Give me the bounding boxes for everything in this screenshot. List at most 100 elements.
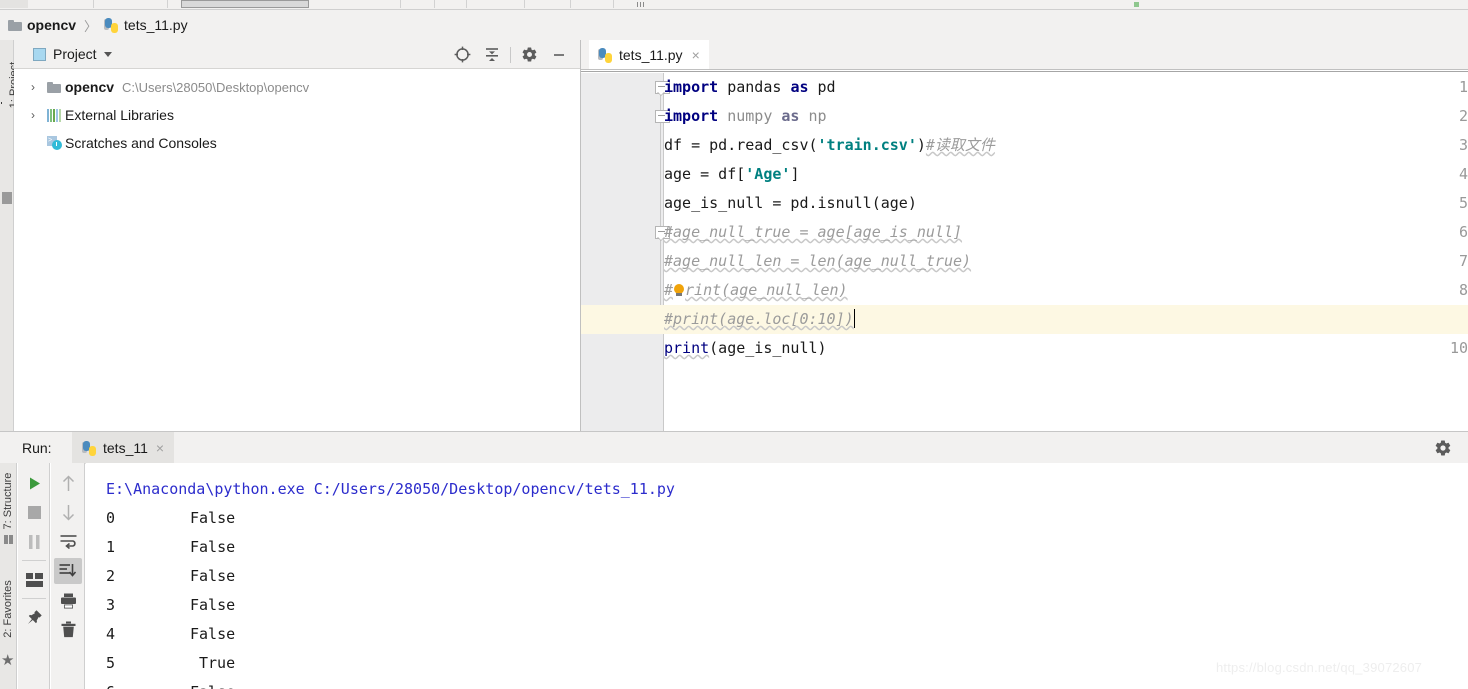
console-row-value: False xyxy=(190,567,236,585)
sidebar-tab-favorites[interactable]: 2: Favorites xyxy=(2,579,14,639)
token-expr: df = pd.read_csv( xyxy=(664,136,818,154)
token-expr: age = df[ xyxy=(664,165,746,183)
project-panel-actions xyxy=(447,40,574,69)
project-panel-title: Project xyxy=(53,46,97,62)
console-row-value: False xyxy=(190,596,236,614)
star-icon[interactable]: ★ xyxy=(1,653,14,668)
code-line-4: age = df['Age'] xyxy=(664,160,799,189)
line-number: 6 xyxy=(1458,223,1468,241)
toolbar-overflow-icon[interactable] xyxy=(637,2,645,7)
tree-item-opencv[interactable]: › opencv C:\Users\28050\Desktop\opencv xyxy=(14,73,580,101)
folder-icon xyxy=(47,81,65,93)
console-row: 3 False xyxy=(86,591,1468,620)
stop-icon[interactable] xyxy=(18,498,50,527)
locate-target-icon[interactable] xyxy=(447,40,477,69)
token-paren: ) xyxy=(916,136,926,154)
code-line-2: import numpy as np xyxy=(664,102,827,131)
breadcrumb-file-label: tets_11.py xyxy=(124,17,188,33)
python-file-icon xyxy=(82,440,97,456)
structure-strip-icon[interactable] xyxy=(4,535,13,544)
line-number: 10 xyxy=(1449,339,1468,357)
code-line-5: age_is_null = pd.isnull(age) xyxy=(664,189,917,218)
token-comment: #读取文件 xyxy=(925,136,995,154)
chevron-right-icon[interactable]: › xyxy=(31,81,47,93)
tree-item-label: Scratches and Consoles xyxy=(65,135,217,151)
arrow-up-icon[interactable] xyxy=(51,469,85,498)
toolbar-divider xyxy=(21,598,46,599)
chevron-down-icon[interactable] xyxy=(103,51,112,57)
toolbar-separator xyxy=(524,0,525,8)
token-comment: rint(age_null_len) xyxy=(685,281,848,299)
editor-tabbar-border-2 xyxy=(581,71,1468,72)
code-line-1: import pandas as pd xyxy=(664,73,836,102)
console-row: 2 False xyxy=(86,562,1468,591)
text-caret xyxy=(853,309,855,328)
editor-tab-label: tets_11.py xyxy=(619,47,683,63)
console-row-value: False xyxy=(190,538,236,556)
console-row-index: 1 xyxy=(106,538,116,556)
trash-icon[interactable] xyxy=(51,615,85,644)
project-panel-header: Project xyxy=(14,40,580,69)
tree-item-label: opencv xyxy=(65,79,115,95)
watermark: https://blog.csdn.net/qq_39072607 xyxy=(1216,660,1423,675)
editor-tabbar-empty xyxy=(720,40,1468,70)
print-icon[interactable] xyxy=(51,586,85,615)
close-icon[interactable]: × xyxy=(692,47,700,63)
collapse-all-icon[interactable] xyxy=(477,40,507,69)
restore-layout-icon[interactable] xyxy=(18,565,50,594)
close-icon[interactable]: × xyxy=(156,440,164,456)
gear-icon[interactable] xyxy=(514,40,544,69)
editor-tab-tets_11[interactable]: tets_11.py × xyxy=(589,40,709,70)
tree-item-scratches-and-consoles[interactable]: › > Scratches and Consoles xyxy=(14,129,580,157)
toolbar-separator xyxy=(400,0,401,8)
console-row-value: False xyxy=(190,625,236,643)
pin-icon[interactable] xyxy=(18,603,50,632)
main-toolbar-strip[interactable] xyxy=(0,0,1468,10)
console-row-index: 2 xyxy=(106,567,116,585)
lightbulb-icon[interactable] xyxy=(673,284,685,297)
soft-wrap-icon[interactable] xyxy=(51,527,85,556)
rerun-icon[interactable] xyxy=(18,469,50,498)
toolbar-separator xyxy=(570,0,571,8)
structure-strip-icon[interactable] xyxy=(2,192,12,204)
tree-item-label: External Libraries xyxy=(65,107,174,123)
console-row: 6False xyxy=(86,678,1468,689)
token-string: 'train.csv' xyxy=(817,136,917,154)
run-tab-tets_11[interactable]: tets_11 × xyxy=(72,432,175,464)
arrow-down-icon[interactable] xyxy=(51,498,85,527)
run-panel-label: Run: xyxy=(22,440,52,456)
project-title-group[interactable]: Project xyxy=(33,46,112,62)
line-number: 8 xyxy=(1458,281,1468,299)
run-console-output[interactable]: E:\Anaconda\python.exe C:/Users/28050/De… xyxy=(86,463,1468,689)
gear-icon[interactable] xyxy=(1434,439,1452,460)
code-line-9: #print(age.loc[0:10]) xyxy=(581,305,1468,334)
breadcrumb-item-project[interactable]: opencv xyxy=(8,17,76,33)
scratches-icon: > xyxy=(47,136,65,150)
pause-icon[interactable] xyxy=(18,527,50,556)
sidebar-tab-structure[interactable]: 7: Structure xyxy=(2,470,14,532)
run-toolbar-right xyxy=(51,463,85,689)
token-string: 'Age' xyxy=(745,165,791,183)
editor-gutter[interactable] xyxy=(581,73,663,431)
token-alias: np xyxy=(808,107,827,125)
line-number: 4 xyxy=(1458,165,1468,183)
toolbar-separator xyxy=(466,0,467,8)
python-file-icon xyxy=(598,47,613,63)
chevron-right-icon[interactable]: › xyxy=(31,109,47,121)
code-editor[interactable]: 1 2 3 4 5 6 7 8 9 10 import pandas as pd… xyxy=(581,73,1468,431)
toolbar-separator xyxy=(93,0,94,8)
toolbar-divider xyxy=(21,560,46,561)
token-module: pandas xyxy=(727,78,782,96)
run-tool-window: Run: tets_11 × 7: Structure 2: Favorites… xyxy=(0,431,1468,689)
token-function: print xyxy=(664,339,710,357)
tree-item-external-libraries[interactable]: › External Libraries xyxy=(14,101,580,129)
console-row-value: False xyxy=(190,509,236,527)
console-row-value: True xyxy=(199,654,236,672)
breadcrumb-item-file[interactable]: tets_11.py xyxy=(104,17,188,33)
folder-icon xyxy=(8,19,22,31)
token-alias: pd xyxy=(817,78,836,96)
run-configuration-combo[interactable] xyxy=(181,0,309,8)
scroll-to-end-icon[interactable] xyxy=(53,558,82,584)
minimize-icon[interactable] xyxy=(544,40,574,69)
breadcrumb-project-label: opencv xyxy=(27,17,77,33)
